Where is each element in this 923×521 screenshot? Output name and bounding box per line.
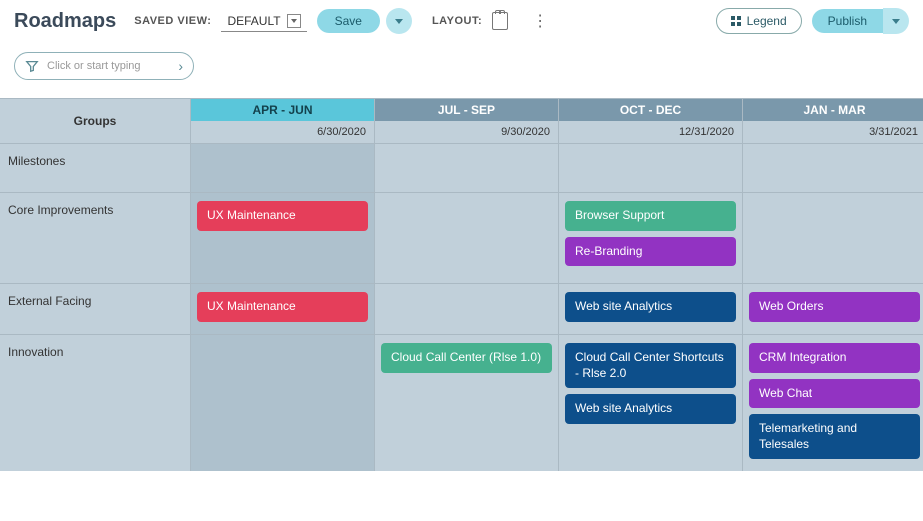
roadmap-card[interactable]: Cloud Call Center (Rlse 1.0) bbox=[381, 343, 552, 373]
quarter-date: 9/30/2020 bbox=[375, 121, 558, 143]
cell[interactable] bbox=[191, 144, 374, 192]
cell[interactable]: Web Orders bbox=[743, 284, 923, 334]
saved-view-select[interactable]: DEFAULT bbox=[221, 11, 306, 32]
quarter-label: OCT - DEC bbox=[559, 99, 742, 121]
quarter-label: JUL - SEP bbox=[375, 99, 558, 121]
cell[interactable]: UX Maintenance bbox=[191, 193, 374, 283]
quarter-label: APR - JUN bbox=[191, 99, 374, 121]
quarter-date: 12/31/2020 bbox=[559, 121, 742, 143]
roadmap-card[interactable]: Telemarketing and Telesales bbox=[749, 414, 920, 459]
roadmap-card[interactable]: Re-Branding bbox=[565, 237, 736, 267]
publish-dropdown-button[interactable] bbox=[883, 8, 909, 34]
saved-view-value: DEFAULT bbox=[227, 14, 280, 28]
roadmap-card[interactable]: Cloud Call Center Shortcuts - Rlse 2.0 bbox=[565, 343, 736, 388]
column-header[interactable]: JUL - SEP 9/30/2020 bbox=[375, 99, 558, 143]
filter-icon bbox=[25, 59, 39, 73]
roadmap-card[interactable]: Web Chat bbox=[749, 379, 920, 409]
roadmap-card[interactable]: Web Orders bbox=[749, 292, 920, 322]
column-header[interactable]: JAN - MAR 3/31/2021 bbox=[743, 99, 923, 143]
quarter-date: 6/30/2020 bbox=[191, 121, 374, 143]
roadmap-grid: Groups APR - JUN 6/30/2020 JUL - SEP 9/3… bbox=[0, 98, 923, 471]
grid-row-external: External Facing UX Maintenance Web site … bbox=[0, 284, 923, 334]
publish-group: Publish bbox=[812, 8, 909, 34]
cell[interactable] bbox=[191, 335, 374, 471]
cell[interactable]: Cloud Call Center Shortcuts - Rlse 2.0 W… bbox=[559, 335, 742, 471]
publish-button[interactable]: Publish bbox=[812, 9, 883, 33]
column-header[interactable]: OCT - DEC 12/31/2020 bbox=[559, 99, 742, 143]
legend-button[interactable]: Legend bbox=[716, 8, 802, 34]
legend-label: Legend bbox=[747, 14, 787, 28]
cell[interactable]: UX Maintenance bbox=[191, 284, 374, 334]
save-dropdown-button[interactable] bbox=[386, 8, 412, 34]
legend-icon bbox=[731, 16, 741, 26]
layout-icon[interactable] bbox=[492, 12, 508, 30]
cell[interactable]: Web site Analytics bbox=[559, 284, 742, 334]
save-button[interactable]: Save bbox=[317, 9, 380, 33]
saved-view-label: SAVED VIEW: bbox=[134, 15, 211, 27]
filter-input[interactable]: Click or start typing › bbox=[14, 52, 194, 80]
roadmap-card[interactable]: Web site Analytics bbox=[565, 394, 736, 424]
column-header[interactable]: APR - JUN 6/30/2020 bbox=[191, 99, 374, 143]
cell[interactable] bbox=[559, 144, 742, 192]
cell[interactable] bbox=[743, 193, 923, 283]
more-menu-button[interactable]: ⋮ bbox=[524, 11, 556, 31]
grid-row-milestones: Milestones bbox=[0, 144, 923, 192]
roadmap-card[interactable]: Web site Analytics bbox=[565, 292, 736, 322]
roadmap-card[interactable]: CRM Integration bbox=[749, 343, 920, 373]
filter-placeholder: Click or start typing bbox=[47, 60, 170, 72]
cell[interactable] bbox=[375, 144, 558, 192]
cell[interactable]: CRM Integration Web Chat Telemarketing a… bbox=[743, 335, 923, 471]
groups-header: Groups bbox=[0, 99, 190, 143]
quarter-date: 3/31/2021 bbox=[743, 121, 923, 143]
roadmap-card[interactable]: UX Maintenance bbox=[197, 292, 368, 322]
cell[interactable]: Browser Support Re-Branding bbox=[559, 193, 742, 283]
grid-row-innovation: Innovation Cloud Call Center (Rlse 1.0) … bbox=[0, 335, 923, 471]
grid-header-row: Groups APR - JUN 6/30/2020 JUL - SEP 9/3… bbox=[0, 99, 923, 143]
row-label: External Facing bbox=[0, 284, 190, 334]
page-title: Roadmaps bbox=[14, 10, 116, 33]
grid-row-core: Core Improvements UX Maintenance Browser… bbox=[0, 193, 923, 283]
cell[interactable] bbox=[375, 284, 558, 334]
cell[interactable]: Cloud Call Center (Rlse 1.0) bbox=[375, 335, 558, 471]
layout-label: LAYOUT: bbox=[432, 15, 482, 27]
cell[interactable] bbox=[743, 144, 923, 192]
row-label: Innovation bbox=[0, 335, 190, 471]
roadmap-card[interactable]: UX Maintenance bbox=[197, 201, 368, 231]
cell[interactable] bbox=[375, 193, 558, 283]
filter-bar: Click or start typing › bbox=[0, 42, 923, 98]
chevron-down-icon bbox=[287, 14, 301, 28]
toolbar: Roadmaps SAVED VIEW: DEFAULT Save LAYOUT… bbox=[0, 0, 923, 42]
row-label: Core Improvements bbox=[0, 193, 190, 283]
chevron-right-icon: › bbox=[178, 58, 183, 74]
quarter-label: JAN - MAR bbox=[743, 99, 923, 121]
row-label: Milestones bbox=[0, 144, 190, 192]
roadmap-card[interactable]: Browser Support bbox=[565, 201, 736, 231]
